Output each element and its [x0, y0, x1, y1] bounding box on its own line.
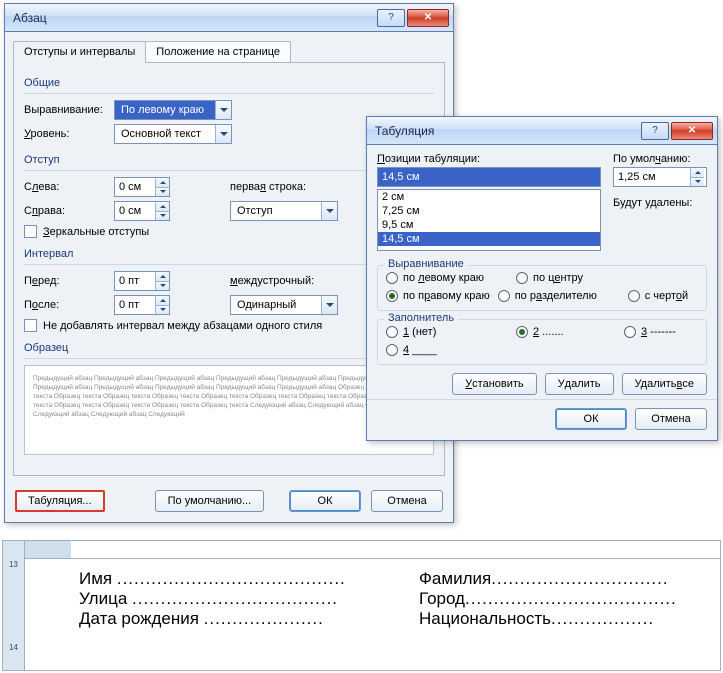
up-icon[interactable]: [156, 178, 169, 188]
radio-align-bar[interactable]: с чертой: [628, 290, 688, 302]
chevron-down-icon: [321, 202, 337, 220]
up-icon[interactable]: [691, 168, 704, 178]
nosame-checkbox[interactable]: Не добавлять интервал между абзацами одн…: [24, 319, 322, 332]
space-before-spin[interactable]: 0 пт: [114, 271, 170, 291]
nosame-label: Не добавлять интервал между абзацами одн…: [43, 320, 322, 332]
space-after-spin[interactable]: 0 пт: [114, 295, 170, 315]
up-icon[interactable]: [156, 296, 169, 306]
align-combo[interactable]: По левому краю: [114, 100, 232, 120]
down-icon[interactable]: [156, 212, 169, 221]
space-before-label: Перед:: [24, 275, 114, 287]
horizontal-ruler: [25, 541, 720, 559]
close-button[interactable]: ✕: [407, 9, 449, 27]
align-legend: Выравнивание: [384, 258, 468, 270]
down-icon[interactable]: [156, 282, 169, 291]
firstline-label: первая строка:: [230, 181, 340, 193]
align-value: По левому краю: [115, 104, 215, 116]
tab-indents[interactable]: Отступы и интервалы: [13, 41, 146, 63]
list-item[interactable]: 7,25 см: [378, 204, 600, 218]
group-align: Выравнивание по левому краю по центру по…: [377, 265, 707, 311]
down-icon[interactable]: [691, 178, 704, 187]
del-button[interactable]: Удалить: [545, 373, 614, 395]
tabs-dialog: Табуляция ? ✕ Позиции табуляции: 14,5 см…: [366, 116, 718, 441]
radio-align-right[interactable]: по правому краю: [386, 290, 490, 302]
set-button[interactable]: Установить: [452, 373, 536, 395]
indent-right-spin[interactable]: 0 см: [114, 201, 170, 221]
mirror-checkbox[interactable]: Зеркальные отступы: [24, 225, 149, 238]
tab-position[interactable]: Положение на странице: [145, 41, 291, 63]
cancel-button[interactable]: Отмена: [371, 490, 443, 512]
default-label: По умолчанию:: [613, 153, 707, 165]
help-button[interactable]: ?: [641, 122, 669, 140]
titlebar: Табуляция ? ✕: [367, 117, 717, 145]
firstline-combo[interactable]: Отступ: [230, 201, 338, 221]
radio-leader-2[interactable]: 2 .......: [516, 326, 616, 338]
default-button[interactable]: По умолчанию...: [155, 490, 265, 512]
tabpos-list[interactable]: 2 см 7,25 см 9,5 см 14,5 см: [377, 189, 601, 251]
chevron-down-icon: [215, 125, 231, 143]
level-label: Уровень:: [24, 128, 114, 140]
tabs-button[interactable]: Табуляция...: [15, 490, 105, 512]
down-icon[interactable]: [156, 188, 169, 197]
dialog-title: Табуляция: [375, 124, 639, 138]
list-item[interactable]: 14,5 см: [378, 232, 600, 246]
linespace-label: междустрочный:: [230, 275, 340, 287]
ok-button[interactable]: ОК: [289, 490, 361, 512]
close-button[interactable]: ✕: [671, 122, 713, 140]
indent-left-spin[interactable]: 0 см: [114, 177, 170, 197]
list-item[interactable]: 9,5 см: [378, 218, 600, 232]
space-after-label: После:: [24, 299, 114, 311]
list-item[interactable]: 2 см: [378, 190, 600, 204]
default-spin[interactable]: 1,25 см: [613, 167, 707, 187]
radio-leader-1[interactable]: 1 (нет): [386, 326, 508, 338]
level-value: Основной текст: [115, 128, 215, 140]
button-row: Табуляция... По умолчанию... ОК Отмена: [5, 484, 453, 522]
cancel-button[interactable]: Отмена: [635, 408, 707, 430]
radio-align-sep[interactable]: по разделителю: [498, 290, 620, 302]
radio-leader-3[interactable]: 3 -------: [624, 326, 676, 338]
checkbox-icon: [24, 225, 37, 238]
up-icon[interactable]: [156, 272, 169, 282]
linespace-combo[interactable]: Одинарный: [230, 295, 338, 315]
remove-label: Будут удалены:: [613, 197, 707, 209]
down-icon[interactable]: [156, 306, 169, 315]
tabpos-label: Позиции табуляции:: [377, 153, 601, 165]
titlebar: Абзац ? ✕: [5, 4, 453, 32]
align-label: Выравнивание:: [24, 104, 114, 116]
up-icon[interactable]: [156, 202, 169, 212]
indent-right-label: Справа:: [24, 205, 114, 217]
chevron-down-icon: [321, 296, 337, 314]
page-content: Имя ....................................…: [25, 559, 720, 670]
ok-button[interactable]: ОК: [555, 408, 627, 430]
document-area: 13 14 Имя ..............................…: [2, 540, 721, 671]
radio-align-center[interactable]: по центру: [516, 272, 616, 284]
dialog-title: Абзац: [13, 11, 375, 25]
mirror-label: Зеркальные отступы: [43, 226, 149, 238]
tab-row: Отступы и интервалы Положение на страниц…: [5, 32, 453, 62]
vertical-ruler: 13 14: [3, 541, 25, 670]
indent-left-label: Слева:: [24, 181, 114, 193]
radio-align-left[interactable]: по левому краю: [386, 272, 508, 284]
leader-legend: Заполнитель: [384, 312, 458, 324]
chevron-down-icon: [215, 101, 231, 119]
tabpos-input[interactable]: 14,5 см: [377, 167, 601, 187]
group-leader: Заполнитель 1 (нет) 2 ....... 3 ------- …: [377, 319, 707, 365]
radio-leader-4[interactable]: 4 ____: [386, 344, 508, 356]
checkbox-icon: [24, 319, 37, 332]
group-general-label: Общие: [24, 77, 434, 89]
level-combo[interactable]: Основной текст: [114, 124, 232, 144]
delall-button[interactable]: Удалить все: [622, 373, 707, 395]
help-button[interactable]: ?: [377, 9, 405, 27]
